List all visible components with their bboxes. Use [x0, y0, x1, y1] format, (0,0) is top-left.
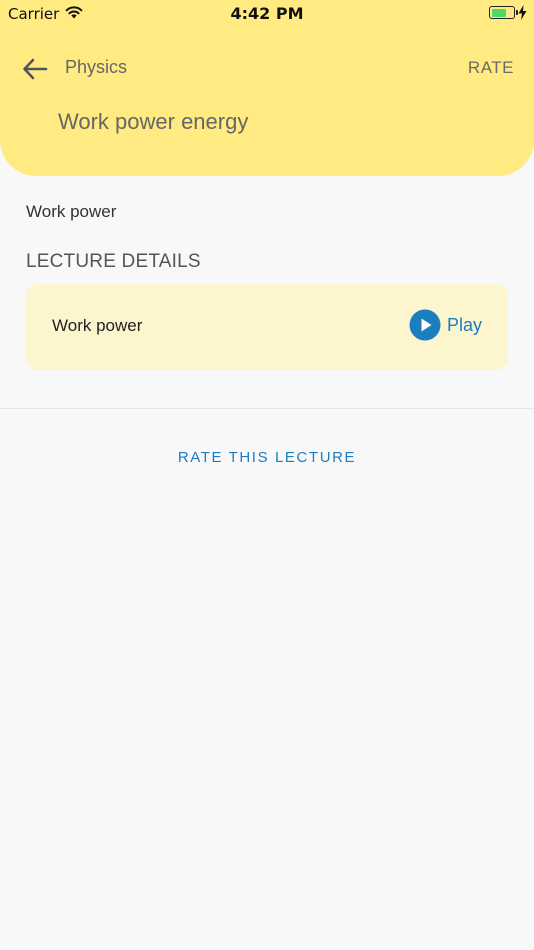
rate-lecture-button[interactable]: RATE THIS LECTURE [0, 449, 534, 466]
play-circle-icon [409, 309, 441, 341]
back-button[interactable] [20, 54, 50, 84]
status-time: 4:42 PM [230, 4, 304, 23]
battery-level [491, 8, 506, 17]
play-button[interactable]: Play [409, 309, 482, 341]
charging-bolt-icon [518, 5, 527, 20]
lecture-name: Work power [26, 202, 117, 221]
lecture-card-title: Work power [52, 316, 143, 335]
divider [0, 408, 534, 409]
section-heading-lecture-details: LECTURE DETAILS [26, 251, 201, 272]
subject-label: Physics [65, 57, 128, 77]
battery-icon [489, 6, 518, 19]
play-label: Play [446, 314, 482, 335]
arrow-left-icon [23, 58, 48, 80]
status-bar: Carrier 4:42 PM [0, 0, 534, 28]
lecture-card: Work power Play [26, 284, 508, 370]
page-title: Work power energy [58, 109, 249, 134]
rate-button[interactable]: RATE [468, 58, 514, 78]
